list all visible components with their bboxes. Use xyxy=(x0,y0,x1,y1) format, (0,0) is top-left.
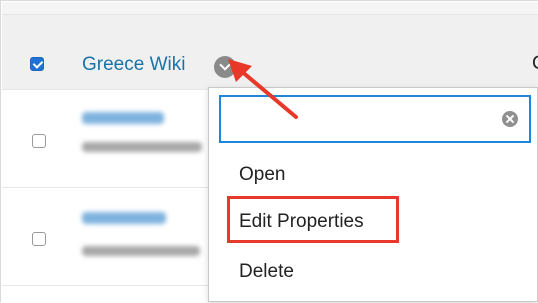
row-checkbox[interactable] xyxy=(32,134,46,148)
blurred-item-title xyxy=(82,212,166,224)
column-header-partial: C xyxy=(532,53,538,75)
menu-item-delete[interactable]: Delete xyxy=(239,261,294,283)
blurred-item-subtitle xyxy=(82,246,200,256)
row-checkbox[interactable] xyxy=(32,232,46,246)
blurred-item-title xyxy=(82,112,164,124)
row-checkbox-checked[interactable] xyxy=(30,57,44,71)
table-row-selected[interactable]: Greece Wiki C xyxy=(2,15,538,90)
menu-search-input[interactable] xyxy=(221,97,511,139)
item-title-link[interactable]: Greece Wiki xyxy=(82,54,185,76)
table-top-strip xyxy=(2,2,538,15)
blurred-item-subtitle xyxy=(82,142,202,152)
menu-search-field[interactable] xyxy=(219,95,531,143)
clear-icon[interactable] xyxy=(502,111,518,127)
menu-item-open[interactable]: Open xyxy=(239,164,285,186)
actions-dropdown-menu: Open Edit Properties Delete xyxy=(208,87,538,302)
chevron-down-icon[interactable] xyxy=(214,56,236,78)
annotation-highlight-box xyxy=(227,196,399,243)
